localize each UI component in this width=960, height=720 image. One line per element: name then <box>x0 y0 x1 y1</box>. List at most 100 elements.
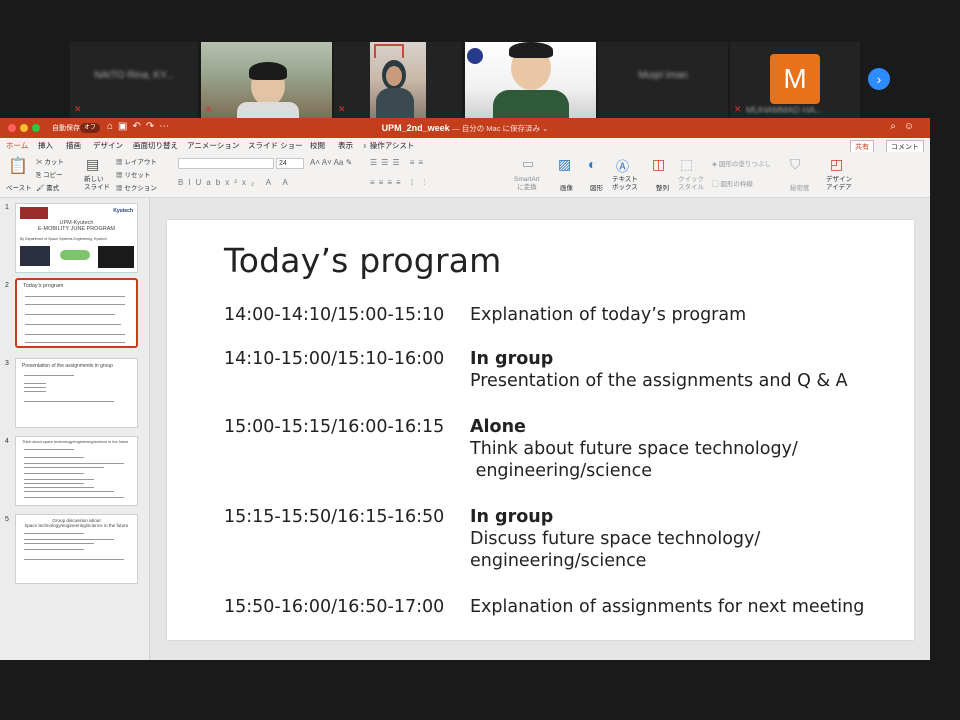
thumbnail-subtitle: By Department of Space Systems Engineeri… <box>20 237 107 241</box>
slide-thumbnail-2[interactable]: Today's program <box>15 278 138 348</box>
participant-name: Muqri iman <box>638 70 688 81</box>
comment-label: コメント <box>891 144 919 151</box>
textbox-button[interactable]: テキスト ボックス <box>612 176 638 192</box>
thumbnail-line <box>25 296 125 297</box>
tab-tell-me[interactable]: ♁ 操作アシスト <box>362 140 414 151</box>
mic-muted-icon: ✕ <box>734 104 742 114</box>
tab-slideshow[interactable]: スライド ショー <box>248 140 303 151</box>
shapes-button[interactable]: 図形 <box>590 182 603 192</box>
ribbon-tabs: ホーム 挿入 描画 デザイン 画面切り替え アニメーション スライド ショー 校… <box>0 138 930 154</box>
slide-thumbnail-4[interactable]: Think about space technology/engineering… <box>15 436 138 506</box>
image-icon[interactable]: ▨ <box>558 156 571 173</box>
smartart-icon[interactable]: ▭ <box>522 156 534 172</box>
thumbnail-line <box>24 457 84 458</box>
shape-fill-label: 図形の塗りつぶし <box>718 161 771 168</box>
shape-outline-button[interactable]: ▢ 図形の枠線 <box>712 178 753 188</box>
format-label: 書式 <box>46 185 60 192</box>
cut-button[interactable]: ✂ カット <box>36 156 64 166</box>
thumbnail-line <box>24 479 94 480</box>
participant-video[interactable]: ✕ <box>201 42 332 118</box>
participant-tile[interactable]: Muqri iman <box>598 42 728 118</box>
tab-insert[interactable]: 挿入 <box>38 140 53 151</box>
participant-tile[interactable]: ✕ <box>334 42 462 118</box>
thumbnail-title: Today's program <box>23 283 64 289</box>
font-size-adjust-icons[interactable]: A˄ A˅ Aa ✎ <box>310 158 352 167</box>
background-logo <box>467 48 483 64</box>
new-slide-button[interactable]: 新しい スライド <box>84 176 110 192</box>
slide-title[interactable]: Today’s program <box>224 241 501 280</box>
textbox-icon[interactable]: Ⓐ <box>616 156 629 175</box>
layout-label: レイアウト <box>124 159 157 166</box>
slide-number: 4 <box>5 438 9 445</box>
tab-design[interactable]: デザイン <box>93 140 123 151</box>
text-format-icons[interactable]: BIUabx²x₂ A A <box>178 178 293 187</box>
thumbnail-line <box>24 483 84 484</box>
tab-animations[interactable]: アニメーション <box>187 140 239 151</box>
smartart-button[interactable]: SmartArt に変換 <box>514 176 540 192</box>
slide-thumbnail-1[interactable]: Kyutech UPM-Kyutech E-MOBILITY JUNE PROG… <box>15 203 138 273</box>
slide-editor[interactable]: Today’s program 14:00-14:10/15:00-15:10 … <box>150 198 930 660</box>
thumbnail-title: Group discussion about space technology/… <box>24 518 129 528</box>
section-button[interactable]: ▦ セクション <box>116 182 157 192</box>
shape-fill-button[interactable]: ◈ 図形の塗りつぶし <box>712 158 771 168</box>
kyutech-logo: Kyutech <box>113 208 133 214</box>
font-size-field[interactable]: 24 <box>276 158 304 169</box>
brush-icon: 🖌 <box>36 185 47 192</box>
cut-label: カット <box>44 159 64 166</box>
quick-styles-icon[interactable]: ⬚ <box>680 156 693 173</box>
participant-tile[interactable]: NAITO Rina, KY... ✕ <box>70 42 198 118</box>
layout-button[interactable]: ▦ レイアウト <box>116 156 157 166</box>
slide-thumbnail-3[interactable]: Presentation of the assignments in group <box>15 358 138 428</box>
program-time: 15:50-16:00/16:50-17:00 <box>224 597 445 617</box>
participant-video[interactable] <box>465 42 596 118</box>
gallery-next-button[interactable]: › <box>868 68 890 90</box>
slide-number: 3 <box>5 360 9 367</box>
thumbnail-line <box>25 334 125 335</box>
alignment-icons[interactable]: ≡≡≡≡ ⁞ ⫶ <box>370 178 429 188</box>
tab-view[interactable]: 表示 <box>338 140 353 151</box>
design-ideas-button[interactable]: デザイン アイデア <box>826 176 852 192</box>
search-icon[interactable]: ⌕☺ <box>890 121 922 132</box>
tab-draw[interactable]: 描画 <box>66 140 81 151</box>
thumbnail-line <box>24 543 94 544</box>
slide-number: 2 <box>5 282 9 289</box>
program-time: 14:00-14:10/15:00-15:10 <box>224 305 445 325</box>
thumbnail-line <box>24 533 84 534</box>
program-text: Explanation of today’s program <box>470 305 747 325</box>
lightbulb-icon: ♁ <box>362 141 370 150</box>
design-ideas-icon[interactable]: ◰ <box>830 156 843 173</box>
screen: NAITO Rina, KY... ✕ ✕ ✕ Muqri iman ✕ MUH… <box>0 0 960 720</box>
person-shirt <box>237 102 299 118</box>
tab-transitions[interactable]: 画面切り替え <box>133 140 178 151</box>
program-text: Explanation of assignments for next meet… <box>470 597 865 617</box>
image-button[interactable]: 画像 <box>560 182 573 192</box>
sensitivity-button[interactable]: 秘密度 <box>790 182 810 192</box>
program-description: Explanation of today’s program <box>470 304 746 326</box>
format-painter-button[interactable]: 🖌 書式 <box>36 182 59 192</box>
reset-button[interactable]: ▦ リセット <box>116 169 150 179</box>
mic-muted-icon: ✕ <box>205 104 213 114</box>
thumbnail-line <box>24 387 46 388</box>
person-shirt <box>493 90 569 118</box>
new-slide-icon[interactable]: ▤ <box>86 156 99 173</box>
arrange-icon[interactable]: ◫ <box>652 156 665 173</box>
participant-video <box>370 42 426 118</box>
paragraph-icons[interactable]: ☰☰☰ ≡≡ <box>370 158 427 167</box>
slide-thumbnail-5[interactable]: Group discussion about space technology/… <box>15 514 138 584</box>
copy-button[interactable]: ⎘ コピー <box>36 169 63 180</box>
current-slide[interactable]: Today’s program 14:00-14:10/15:00-15:10 … <box>167 220 914 640</box>
thumbnail-line <box>24 463 124 464</box>
title-bar: 自動保存 オフ ⌂▣↶↷⋯ UPM_2nd_week — 自分の Mac に保存… <box>0 118 930 138</box>
arrange-button[interactable]: 整列 <box>656 182 669 192</box>
shapes-icon[interactable]: ◐ <box>588 156 596 172</box>
paste-button[interactable]: ペースト <box>6 182 32 192</box>
font-name-field[interactable] <box>178 158 274 169</box>
slide-thumbnails-pane: 1 Kyutech UPM-Kyutech E-MOBILITY JUNE PR… <box>0 198 150 660</box>
quick-styles-button[interactable]: クイック スタイル <box>678 176 704 192</box>
paste-icon[interactable]: 📋 <box>8 156 28 176</box>
sensitivity-icon[interactable]: ⛉ <box>790 156 801 173</box>
program-heading: In group <box>470 349 554 369</box>
participant-avatar: M <box>770 54 820 104</box>
program-description: Alone Think about future space technolog… <box>470 416 798 482</box>
tab-review[interactable]: 校閲 <box>310 140 325 151</box>
